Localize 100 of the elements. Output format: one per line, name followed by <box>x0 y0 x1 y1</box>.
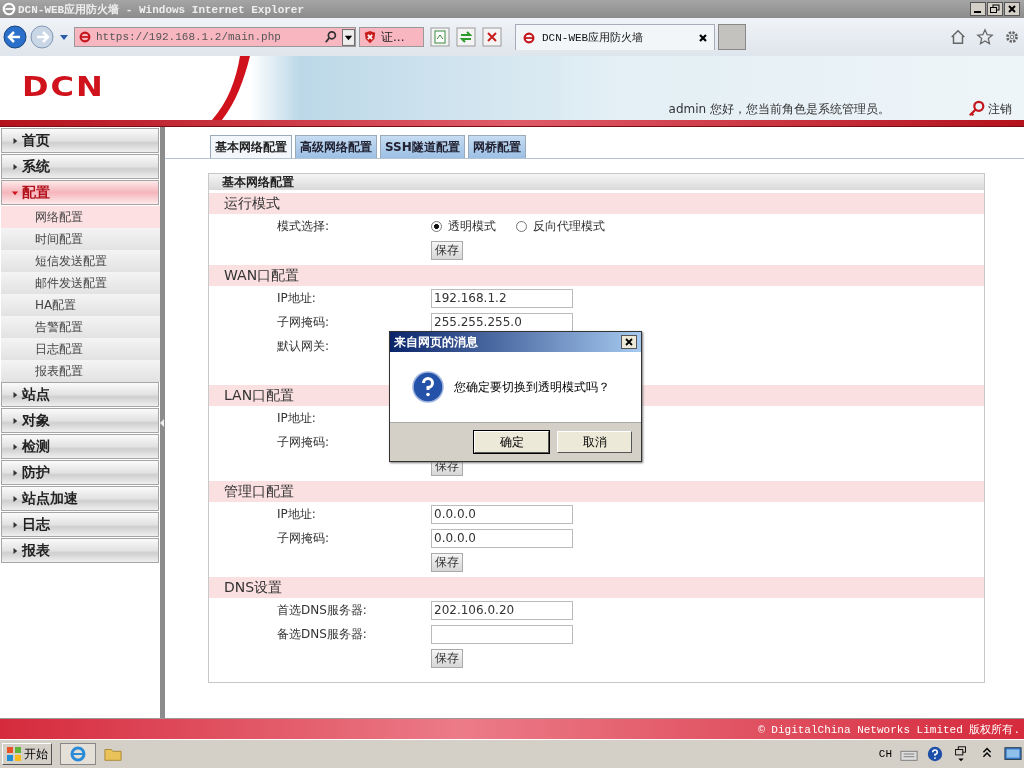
input-field[interactable]: 0.0.0.0 <box>431 528 573 548</box>
section-header: DNS设置 <box>209 577 984 598</box>
sidebar-label: 检测 <box>22 437 50 456</box>
certificate-error-button[interactable]: 证... <box>359 27 424 47</box>
copyright-text: © DigitalChina Networks Limited 版权所有. <box>758 722 1020 737</box>
section-header: WAN口配置 <box>209 265 984 286</box>
sidebar-label: 日志 <box>22 515 50 534</box>
page-icon <box>78 30 92 44</box>
radio-option[interactable]: 反向代理模式 <box>516 217 605 235</box>
input-field[interactable]: 192.168.1.2 <box>431 288 573 308</box>
caret-right-icon <box>12 416 18 425</box>
question-icon <box>412 371 444 403</box>
sidebar-label: 防护 <box>22 463 50 482</box>
windows-logo-icon <box>6 746 22 762</box>
window-title: DCN-WEB应用防火墙 - Windows Internet Explorer <box>18 2 305 17</box>
tab[interactable]: 高级网络配置 <box>295 135 377 158</box>
home-icon[interactable] <box>949 28 967 46</box>
language-indicator[interactable]: CH <box>878 748 892 760</box>
dialog-title: 来自网页的消息 <box>394 333 479 351</box>
key-icon <box>968 100 986 118</box>
radio-option[interactable]: 透明模式 <box>431 217 496 235</box>
field-label: 子网掩码: <box>277 314 330 329</box>
sidebar-item[interactable]: 日志 <box>1 512 159 537</box>
desktop-icon[interactable] <box>1004 745 1022 763</box>
field-label: IP地址: <box>277 506 316 521</box>
input-field[interactable]: 255.255.255.0 <box>431 312 573 332</box>
sidebar-item[interactable]: 配置 <box>1 180 159 205</box>
panel-title: 基本网络配置 <box>209 174 984 190</box>
page-icon <box>522 30 536 45</box>
stop-icon[interactable] <box>482 27 502 47</box>
field-label: 首选DNS服务器: <box>277 602 367 617</box>
sidebar-label: 站点加速 <box>22 489 78 508</box>
sidebar-item[interactable]: 防护 <box>1 460 159 485</box>
search-icon[interactable] <box>324 30 338 44</box>
field-label: IP地址: <box>277 410 316 425</box>
field-label: 子网掩码: <box>277 530 330 545</box>
caret-right-icon <box>12 468 18 477</box>
dialog-button[interactable]: 取消 <box>557 431 632 453</box>
help-icon[interactable] <box>926 745 944 763</box>
input-field[interactable]: 0.0.0.0 <box>431 504 573 524</box>
sidebar-item[interactable]: 首页 <box>1 128 159 153</box>
sidebar-label: 对象 <box>22 411 50 430</box>
save-button[interactable]: 保存 <box>431 552 463 572</box>
save-button[interactable]: 保存 <box>431 240 463 260</box>
caret-right-icon <box>12 136 18 145</box>
sidebar-label: 首页 <box>22 131 50 150</box>
dropdown-icon[interactable] <box>342 28 355 46</box>
address-field[interactable]: https://192.168.1.2/main.php <box>74 27 356 47</box>
sidebar-label: 配置 <box>22 183 50 202</box>
sidebar-subitem[interactable]: 短信发送配置 <box>1 250 160 272</box>
logo: DCN <box>21 69 106 105</box>
caret-right-icon <box>12 390 18 399</box>
sidebar-item[interactable]: 站点 <box>1 382 159 407</box>
close-icon[interactable] <box>698 32 708 43</box>
sidebar-subitem[interactable]: 时间配置 <box>1 228 160 250</box>
sidebar-subitem[interactable]: HA配置 <box>1 294 160 316</box>
field-label: 子网掩码: <box>277 434 330 449</box>
tab[interactable]: 网桥配置 <box>467 135 526 158</box>
field-label: 默认网关: <box>277 338 330 353</box>
sidebar-item[interactable]: 系统 <box>1 154 159 179</box>
shield-icon <box>363 30 377 44</box>
sidebar-subitem[interactable]: 日志配置 <box>1 338 160 360</box>
back-icon[interactable] <box>3 25 27 49</box>
section-header: 运行模式 <box>209 193 984 214</box>
logout-link[interactable]: 注销 <box>968 100 1012 118</box>
star-icon[interactable] <box>976 28 994 46</box>
browser-logo-icon <box>2 2 16 16</box>
close-icon[interactable] <box>621 335 637 349</box>
sidebar-subitem[interactable]: 报表配置 <box>1 360 160 382</box>
dialog-button[interactable]: 确定 <box>474 431 549 453</box>
sidebar-label: 系统 <box>22 157 50 176</box>
refresh-icon[interactable] <box>456 27 476 47</box>
field-label: 模式选择: <box>277 218 330 233</box>
start-button[interactable]: 开始 <box>2 743 52 765</box>
sidebar-item[interactable]: 对象 <box>1 408 159 433</box>
browser-tab[interactable]: DCN-WEB应用防火墙 <box>515 24 715 50</box>
sidebar-label: 报表 <box>22 541 50 560</box>
input-field[interactable]: 202.106.0.20 <box>431 600 573 620</box>
tab[interactable]: SSH隧道配置 <box>380 135 465 158</box>
caret-right-icon <box>12 162 18 171</box>
field-label: IP地址: <box>277 290 316 305</box>
restore-icon[interactable] <box>987 2 1003 16</box>
input-field[interactable] <box>431 624 573 644</box>
sidebar-subitem[interactable]: 邮件发送配置 <box>1 272 160 294</box>
save-button[interactable]: 保存 <box>431 648 463 668</box>
sidebar-item[interactable]: 报表 <box>1 538 159 563</box>
sidebar-item[interactable]: 站点加速 <box>1 486 159 511</box>
settings-icon[interactable] <box>1003 28 1021 46</box>
sidebar-subitem[interactable]: 告警配置 <box>1 316 160 338</box>
close-icon[interactable] <box>1004 2 1020 16</box>
caret-right-icon <box>12 546 18 555</box>
minimize-icon[interactable] <box>970 2 986 16</box>
tab[interactable]: 基本网络配置 <box>210 135 292 158</box>
field-label: 备选DNS服务器: <box>277 626 367 641</box>
sidebar-subitem[interactable]: 网络配置 <box>1 206 160 228</box>
caret-right-icon <box>12 520 18 529</box>
sidebar-item[interactable]: 检测 <box>1 434 159 459</box>
browser-logo-icon[interactable] <box>60 743 96 765</box>
caret-right-icon <box>12 494 18 503</box>
swoosh-drawing <box>210 56 250 120</box>
